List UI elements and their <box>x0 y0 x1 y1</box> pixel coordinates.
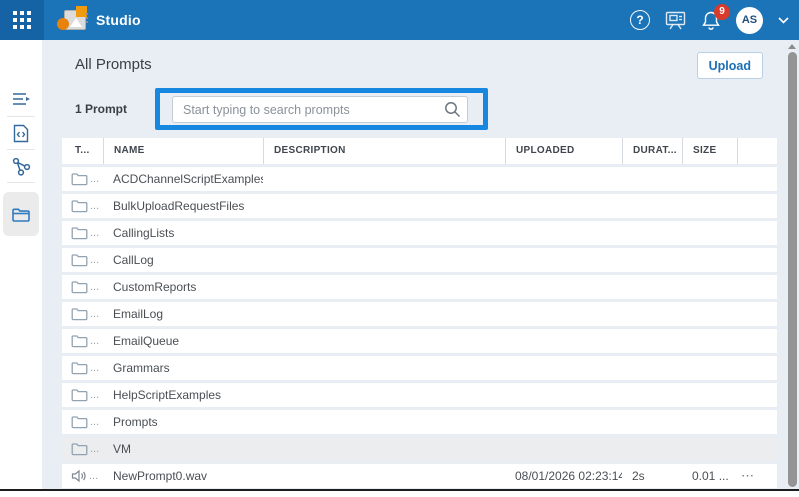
table-row[interactable]: ... EmailQueue <box>62 329 777 353</box>
table-header: T... NAME DESCRIPTION UPLOADED DURAT... … <box>62 138 777 164</box>
prompt-count: 1 Prompt <box>75 102 127 116</box>
row-name: ACDChannelScriptExamples <box>103 172 263 186</box>
col-header-duration[interactable]: DURAT... <box>622 138 682 164</box>
top-bar: Studio ? 9 <box>0 0 799 40</box>
folder-icon <box>71 361 88 375</box>
row-type-cell: ... <box>62 415 103 429</box>
audio-icon <box>71 469 87 483</box>
scrollbar-thumb[interactable] <box>788 52 797 487</box>
table-row[interactable]: ... VM <box>62 437 777 461</box>
studio-window: Studio ? 9 <box>0 0 799 497</box>
page-title: All Prompts <box>75 56 152 73</box>
row-type-cell: ... <box>62 388 103 402</box>
search-icon[interactable] <box>444 101 461 123</box>
prompts-table: T... NAME DESCRIPTION UPLOADED DURAT... … <box>62 138 777 491</box>
table-row[interactable]: ... CustomReports <box>62 275 777 299</box>
col-header-description[interactable]: DESCRIPTION <box>263 138 505 164</box>
col-header-size[interactable]: SIZE <box>682 138 737 164</box>
row-name: CallingLists <box>103 226 263 240</box>
row-type-cell: ... <box>62 226 103 240</box>
row-type-cell: ... <box>62 280 103 294</box>
row-name: CustomReports <box>103 280 263 294</box>
window-bottom-border <box>0 489 799 491</box>
row-type-cell: ... <box>62 469 103 483</box>
row-type-cell: ... <box>62 307 103 321</box>
sidebar-item-flow[interactable] <box>0 150 42 183</box>
folder-icon <box>71 442 88 456</box>
notification-badge: 9 <box>714 4 730 20</box>
table-body: ... ACDChannelScriptExamples ... BulkUpl… <box>62 167 777 488</box>
row-name: HelpScriptExamples <box>103 388 263 402</box>
sidebar-item-files[interactable] <box>0 192 42 236</box>
row-name: EmailQueue <box>103 334 263 348</box>
row-actions-menu[interactable]: ⋯ <box>737 468 777 484</box>
branch-icon <box>12 157 31 176</box>
script-list-icon <box>11 91 31 107</box>
vertical-scrollbar[interactable] <box>787 42 797 487</box>
table-row[interactable]: ... HelpScriptExamples <box>62 383 777 407</box>
row-name: CallLog <box>103 253 263 267</box>
code-file-icon <box>13 124 29 143</box>
col-header-uploaded[interactable]: UPLOADED <box>505 138 622 164</box>
sidebar-item-code-file[interactable] <box>0 117 42 150</box>
help-icon[interactable]: ? <box>630 10 650 30</box>
folder-icon <box>71 334 88 348</box>
table-row[interactable]: ... ACDChannelScriptExamples <box>62 167 777 191</box>
screen-share-icon[interactable] <box>665 11 686 30</box>
folder-icon <box>71 199 88 213</box>
studio-logo <box>57 7 89 33</box>
main-content: All Prompts Upload 1 Prompt T... NAME DE… <box>42 40 799 489</box>
scroll-up-arrow-icon[interactable] <box>788 44 796 49</box>
left-sidebar <box>0 40 42 489</box>
row-uploaded: 08/01/2026 02:23:14 <box>505 469 622 483</box>
avatar[interactable]: AS <box>736 7 763 34</box>
avatar-menu-chevron-icon[interactable] <box>778 17 789 24</box>
row-type-cell: ... <box>62 442 103 456</box>
search-field-wrap <box>172 96 468 123</box>
table-row[interactable]: ... CallingLists <box>62 221 777 245</box>
col-header-name[interactable]: NAME <box>103 138 263 164</box>
sidebar-divider <box>7 182 35 183</box>
folder-icon <box>71 415 88 429</box>
row-type-cell: ... <box>62 199 103 213</box>
col-header-actions <box>737 138 777 164</box>
col-header-type[interactable]: T... <box>62 138 103 164</box>
table-row[interactable]: ... Grammars <box>62 356 777 380</box>
topbar-actions: ? 9 AS <box>630 0 789 40</box>
row-type-cell: ... <box>62 361 103 375</box>
folder-icon <box>71 253 88 267</box>
folder-icon <box>71 388 88 402</box>
folder-icon <box>71 172 88 186</box>
notifications-button[interactable]: 9 <box>701 10 721 31</box>
folder-icon <box>11 206 31 223</box>
folder-icon <box>71 307 88 321</box>
folder-icon <box>71 280 88 294</box>
table-row[interactable]: ... BulkUploadRequestFiles <box>62 194 777 218</box>
row-name: Prompts <box>103 415 263 429</box>
folder-icon <box>71 226 88 240</box>
row-name: NewPrompt0.wav <box>103 469 263 483</box>
table-row[interactable]: ... NewPrompt0.wav 08/01/2026 02:23:14 2… <box>62 464 777 488</box>
row-type-cell: ... <box>62 253 103 267</box>
table-row[interactable]: ... Prompts <box>62 410 777 434</box>
sidebar-item-script-list[interactable] <box>0 82 42 115</box>
table-row[interactable]: ... CallLog <box>62 248 777 272</box>
grid-icon <box>13 11 31 29</box>
table-row[interactable]: ... EmailLog <box>62 302 777 326</box>
search-input[interactable] <box>172 96 468 123</box>
row-type-cell: ... <box>62 172 103 186</box>
app-launcher-button[interactable] <box>0 0 44 40</box>
row-size: 0.01 ... <box>682 469 737 483</box>
row-name: EmailLog <box>103 307 263 321</box>
row-name: VM <box>103 442 263 456</box>
app-title: Studio <box>96 0 141 40</box>
row-name: Grammars <box>103 361 263 375</box>
upload-button[interactable]: Upload <box>697 52 763 79</box>
row-type-cell: ... <box>62 334 103 348</box>
row-duration: 2s <box>622 469 682 483</box>
row-name: BulkUploadRequestFiles <box>103 199 263 213</box>
